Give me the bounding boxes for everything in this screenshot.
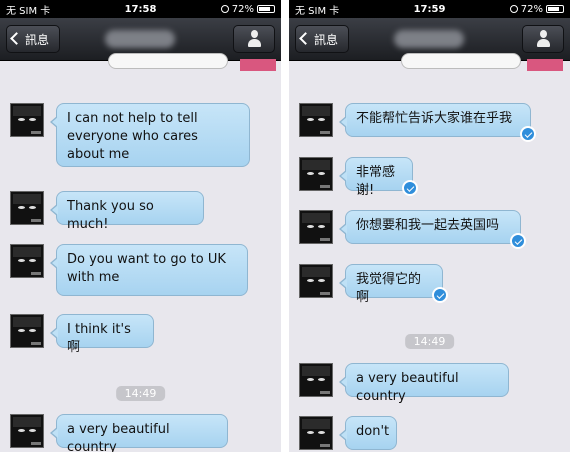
- avatar[interactable]: [299, 264, 333, 298]
- previous-message-bubble: [108, 53, 228, 69]
- image-thumbnail[interactable]: [240, 59, 276, 71]
- avatar[interactable]: [10, 244, 44, 278]
- back-button[interactable]: 訊息: [295, 25, 350, 53]
- message-bubble[interactable]: 非常感谢!: [339, 157, 418, 198]
- translate-icon[interactable]: [510, 233, 526, 249]
- avatar[interactable]: [10, 314, 44, 348]
- message-text: 你想要和我一起去英国吗: [356, 218, 500, 233]
- avatar[interactable]: [299, 210, 333, 244]
- avatar[interactable]: [10, 103, 44, 137]
- avatar[interactable]: [299, 157, 333, 191]
- message-bubble[interactable]: a very beautiful country: [339, 363, 509, 404]
- contact-name-blurred: [105, 30, 175, 48]
- back-button[interactable]: 訊息: [6, 25, 61, 53]
- message-bubble[interactable]: Thank you so much!: [50, 191, 204, 232]
- avatar[interactable]: [299, 103, 333, 137]
- message-bubble[interactable]: I think it's 啊: [50, 314, 154, 355]
- person-icon: [248, 30, 261, 48]
- message-text: 不能帮忙告诉大家谁在乎我: [356, 111, 513, 126]
- message-text: 非常感谢!: [356, 165, 396, 198]
- translate-icon[interactable]: [432, 287, 448, 303]
- battery-percent: 72%: [231, 3, 254, 15]
- battery-icon: [257, 5, 275, 13]
- translate-icon[interactable]: [402, 180, 418, 196]
- message-bubble[interactable]: I can not help to tell everyone who care…: [50, 103, 250, 167]
- message-bubble[interactable]: 不能帮忙告诉大家谁在乎我: [339, 103, 536, 142]
- battery-icon: [546, 5, 564, 13]
- chat-area[interactable]: 不能帮忙告诉大家谁在乎我 非常感谢! 你想要和我一起去英国吗 我觉得它的啊 14…: [289, 53, 570, 452]
- timestamp-label: 14:49: [115, 386, 166, 401]
- message-bubble[interactable]: a very beautiful country: [50, 414, 228, 452]
- rotation-lock-icon: [220, 5, 229, 13]
- message-bubble[interactable]: Do you want to go to UK with me: [50, 244, 248, 296]
- contact-profile-button[interactable]: [522, 25, 564, 53]
- avatar[interactable]: [10, 414, 44, 448]
- person-icon: [537, 30, 550, 48]
- message-text: 我觉得它的啊: [356, 272, 422, 305]
- image-thumbnail[interactable]: [527, 59, 563, 71]
- chat-area[interactable]: I can not help to tell everyone who care…: [0, 53, 281, 452]
- left-phone-screen: 无 SIM 卡 17:58 72% 訊息 I can not help to t…: [0, 0, 281, 452]
- right-phone-screen: 无 SIM 卡 17:59 72% 訊息 不能帮忙告诉大家谁在乎我 非常感谢! …: [289, 0, 570, 452]
- avatar[interactable]: [10, 191, 44, 225]
- status-bar: 无 SIM 卡 17:58 72%: [0, 0, 281, 18]
- contact-profile-button[interactable]: [233, 25, 275, 53]
- avatar[interactable]: [299, 363, 333, 397]
- previous-message-bubble: [401, 53, 521, 69]
- rotation-lock-icon: [509, 5, 518, 13]
- translate-icon[interactable]: [520, 126, 536, 142]
- avatar[interactable]: [299, 416, 333, 450]
- battery-percent: 72%: [520, 3, 543, 15]
- message-bubble[interactable]: don't: [339, 416, 397, 450]
- timestamp-label: 14:49: [404, 334, 455, 349]
- status-bar: 无 SIM 卡 17:59 72%: [289, 0, 570, 18]
- message-bubble[interactable]: 你想要和我一起去英国吗: [339, 210, 526, 249]
- message-bubble[interactable]: 我觉得它的啊: [339, 264, 448, 305]
- contact-name-blurred: [394, 30, 464, 48]
